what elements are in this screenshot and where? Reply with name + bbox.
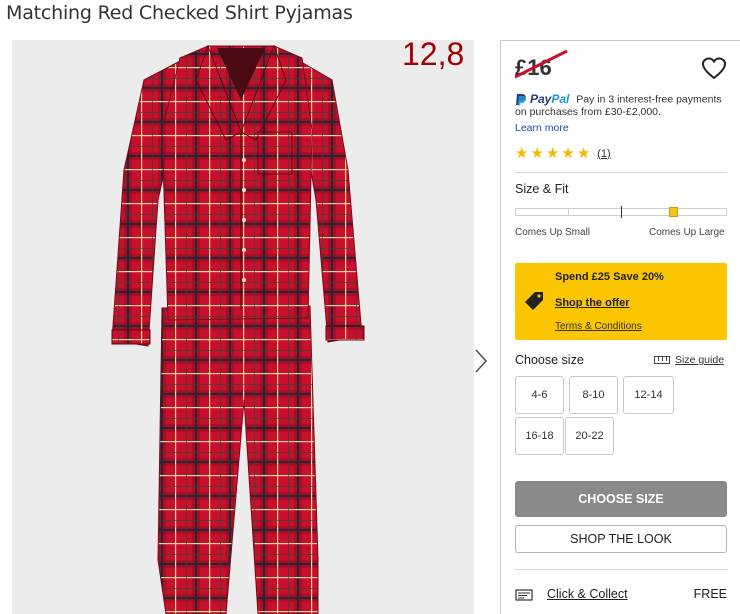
size-fit-label: Size & Fit	[515, 182, 569, 196]
size-guide-link[interactable]: Size guide	[654, 354, 724, 366]
promo-offer-banner: Spend £25 Save 20% Shop the offer Terms …	[515, 263, 727, 340]
size-option-4-6[interactable]: 4-6	[515, 376, 564, 414]
size-guide-label: Size guide	[675, 354, 725, 366]
divider	[515, 172, 727, 173]
ruler-icon	[654, 356, 670, 364]
paypal-message: Pay Pal Pay in 3 interest-free payments o…	[515, 93, 735, 119]
rating-stars[interactable]: ★ ★ ★ ★ ★ (1)	[515, 146, 611, 161]
product-image-gallery[interactable]	[12, 40, 474, 614]
fit-indicator	[669, 207, 678, 217]
shop-offer-link[interactable]: Shop the offer	[555, 297, 630, 309]
size-option-8-10[interactable]: 8-10	[569, 376, 618, 414]
fit-small-label: Comes Up Small	[515, 227, 591, 238]
star-icon: ★	[561, 145, 575, 162]
size-option-12-14[interactable]: 12-14	[623, 376, 674, 414]
star-icon: ★	[576, 145, 591, 162]
shop-the-look-button[interactable]: SHOP THE LOOK	[515, 525, 727, 553]
chevron-right-icon[interactable]	[472, 348, 490, 374]
pyjamas-product-image	[111, 44, 365, 614]
size-option-16-18[interactable]: 16-18	[515, 417, 564, 455]
product-title: Matching Red Checked Shirt Pyjamas	[6, 2, 353, 24]
star-icon: ★	[545, 145, 560, 162]
heart-icon[interactable]	[701, 57, 727, 81]
store-icon	[515, 589, 533, 601]
choose-size-label: Choose size	[515, 353, 584, 367]
price-strikethrough	[514, 49, 568, 79]
click-collect-price: FREE	[693, 587, 727, 601]
fit-scale-center-marker	[621, 206, 622, 218]
review-count-link[interactable]: (1)	[597, 148, 610, 160]
product-details-panel: £16 PayPal Pay in 3 interest-free paymen…	[500, 40, 740, 614]
paypal-icon	[516, 94, 527, 106]
click-collect-row: Click & Collect FREE	[515, 587, 727, 605]
fit-scale-tick	[568, 209, 569, 215]
click-collect-link[interactable]: Click & Collect	[547, 587, 628, 601]
size-fit-scale	[515, 206, 727, 218]
star-icon: ★	[515, 145, 529, 162]
tag-icon	[525, 292, 543, 310]
paypal-learn-more-link[interactable]: Learn more	[515, 122, 569, 134]
fit-large-label: Comes Up Large	[649, 227, 725, 238]
paypal-brand-pal: Pal	[551, 92, 570, 106]
choose-size-button[interactable]: CHOOSE SIZE	[515, 481, 727, 517]
paypal-brand-pay: Pay	[530, 92, 552, 106]
offer-headline: Spend £25 Save 20%	[555, 271, 664, 283]
size-option-20-22[interactable]: 20-22	[565, 417, 614, 455]
overlay-number: 12,8	[402, 36, 465, 72]
star-icon: ★	[530, 145, 544, 162]
offer-terms-link[interactable]: Terms & Conditions	[555, 321, 642, 332]
paypal-logo: Pay Pal	[515, 93, 569, 106]
divider	[515, 569, 727, 570]
